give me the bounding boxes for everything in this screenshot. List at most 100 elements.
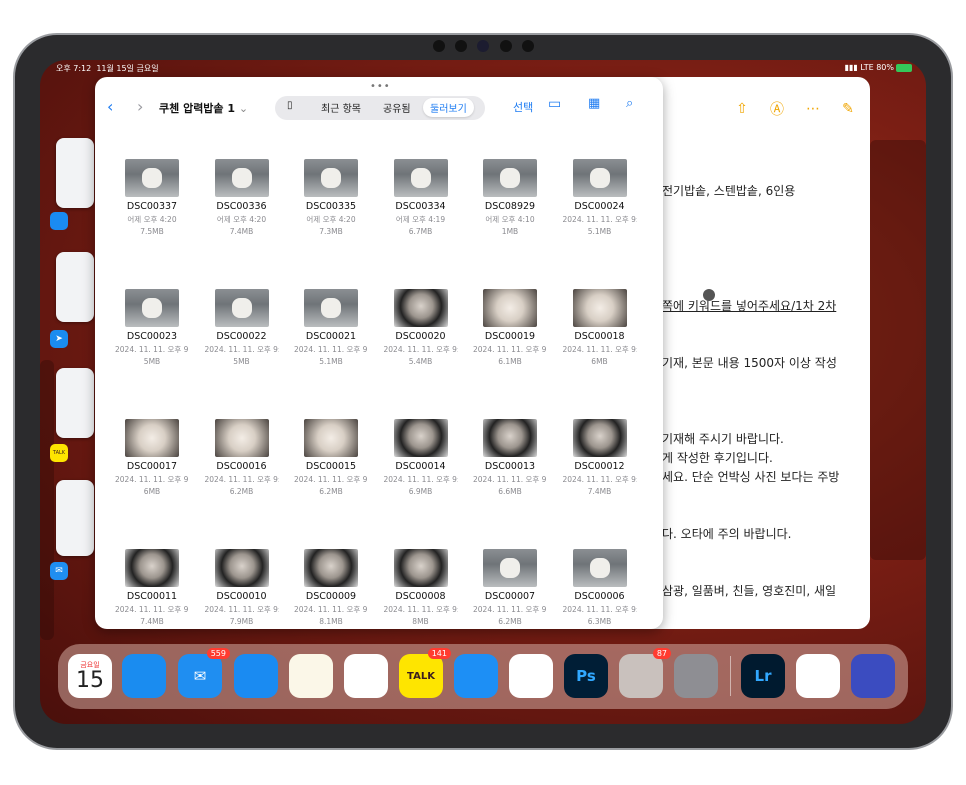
back-button[interactable]: ‹ bbox=[107, 97, 113, 116]
lightroom-app-icon[interactable]: Lr bbox=[741, 654, 785, 698]
file-item[interactable]: DSC08929 어제 오후 4:10 1MB bbox=[473, 159, 547, 236]
file-item[interactable]: DSC00009 2024. 11. 11. 오후 9:... 8.1MB bbox=[294, 549, 368, 626]
file-item[interactable]: DSC00015 2024. 11. 11. 오후 9:... 6.2MB bbox=[294, 419, 368, 496]
file-item[interactable]: DSC00010 2024. 11. 11. 오후 9:... 7.9MB bbox=[205, 549, 279, 626]
safari-app-icon[interactable] bbox=[122, 654, 166, 698]
file-item[interactable]: DSC00017 2024. 11. 11. 오후 9:... 6MB bbox=[115, 419, 189, 496]
files-window: ••• ‹ › 쿠첸 압력밥솥 1 ⌄ ▯ 최근 항목 공유됨 둘러보기 선택 … bbox=[95, 77, 663, 629]
chevron-down-icon: ⌄ bbox=[238, 102, 249, 115]
tab-browse[interactable]: 둘러보기 bbox=[423, 98, 474, 117]
search-icon[interactable]: ⌕ bbox=[626, 96, 633, 111]
file-date: 어제 오후 4:20 bbox=[306, 215, 356, 224]
file-size: 6.6MB bbox=[498, 487, 522, 496]
photos-app-icon[interactable] bbox=[344, 654, 388, 698]
file-item[interactable]: DSC00020 2024. 11. 11. 오후 9:... 5.4MB bbox=[384, 289, 458, 366]
kakaotalk-app-icon[interactable]: TALK 141 bbox=[399, 648, 451, 698]
file-item[interactable]: DSC00334 어제 오후 4:19 6.7MB bbox=[384, 159, 458, 236]
calendar-app[interactable]: 금요일 15 bbox=[68, 654, 112, 698]
tab-shared[interactable]: 공유됨 bbox=[383, 100, 411, 115]
file-thumbnail bbox=[214, 419, 269, 457]
photoshop-app-icon[interactable]: Ps bbox=[564, 654, 608, 698]
file-item[interactable]: DSC00006 2024. 11. 11. 오후 9:... 6.3MB bbox=[563, 549, 637, 626]
notes-app-icon[interactable] bbox=[289, 654, 333, 698]
file-item[interactable]: DSC00008 2024. 11. 11. 오후 9:... 8MB bbox=[384, 549, 458, 626]
file-thumbnail bbox=[483, 159, 537, 197]
note-line[interactable]: 게 작성한 후기입니다. bbox=[662, 449, 773, 466]
chatgpt-app-icon[interactable] bbox=[509, 654, 553, 698]
more-icon[interactable]: ⋯ bbox=[804, 100, 822, 118]
compose-icon[interactable]: ✎ bbox=[839, 100, 857, 118]
note-line[interactable]: 삼광, 일품벼, 친들, 영호진미, 새일 bbox=[662, 582, 836, 599]
note-line[interactable]: 쪽에 키워드를 넣어주세요/1차 2차 bbox=[662, 297, 836, 314]
new-folder-icon[interactable]: ▭ bbox=[548, 96, 561, 112]
file-item[interactable]: DSC00012 2024. 11. 11. 오후 9:51 7.4MB bbox=[563, 419, 637, 496]
file-date: 2024. 11. 11. 오후 9:... bbox=[204, 345, 279, 354]
forward-button[interactable]: › bbox=[137, 97, 143, 116]
file-name: DSC08929 bbox=[484, 201, 536, 212]
file-name: DSC00024 bbox=[574, 201, 625, 212]
tab-recents[interactable]: 최근 항목 bbox=[321, 100, 361, 115]
file-size: 6.2MB bbox=[498, 617, 522, 626]
file-size: 7.3MB bbox=[319, 227, 343, 236]
settings-app-icon[interactable] bbox=[674, 654, 718, 698]
file-name: DSC00017 bbox=[126, 461, 178, 472]
file-item[interactable]: DSC00011 2024. 11. 11. 오후 9:51 7.4MB bbox=[115, 549, 189, 626]
file-item[interactable]: DSC00024 2024. 11. 11. 오후 9:... 5.1MB bbox=[563, 159, 637, 236]
note-line[interactable]: 기재, 본문 내용 1500자 이상 작성 bbox=[662, 354, 837, 371]
file-date: 2024. 11. 11. 오후 9:... bbox=[383, 605, 458, 614]
markup-icon[interactable]: Ⓐ bbox=[768, 100, 786, 118]
app-library-app-icon[interactable]: 87 bbox=[619, 648, 671, 698]
app-label: Ps bbox=[576, 667, 596, 685]
file-item[interactable]: DSC00007 2024. 11. 11. 오후 9:... 6.2MB bbox=[473, 549, 547, 626]
file-date: 2024. 11. 11. 오후 9:... bbox=[204, 475, 279, 484]
folder-title-label: 쿠첸 압력밥솥 1 bbox=[159, 102, 236, 115]
file-item[interactable]: DSC00022 2024. 11. 11. 오후 9:... 5MB bbox=[205, 289, 279, 366]
file-item[interactable]: DSC00018 2024. 11. 11. 오후 9:... 6MB bbox=[563, 289, 637, 366]
file-item[interactable]: DSC00336 어제 오후 4:20 7.4MB bbox=[205, 159, 279, 236]
file-item[interactable]: DSC00021 2024. 11. 11. 오후 9:... 5.1MB bbox=[294, 289, 368, 366]
side-window-thumbnail[interactable] bbox=[56, 252, 94, 322]
side-window-thumbnail[interactable] bbox=[56, 138, 94, 208]
note-line[interactable]: 다. 오타에 주의 바랍니다. bbox=[662, 525, 791, 542]
shortcuts-app-icon[interactable] bbox=[851, 654, 895, 698]
file-thumbnail bbox=[572, 549, 627, 587]
keynote-app-icon[interactable] bbox=[454, 654, 498, 698]
safari-icon[interactable]: ➤ bbox=[50, 330, 68, 348]
file-item[interactable]: DSC00337 어제 오후 4:20 7.5MB bbox=[115, 159, 189, 236]
note-line[interactable]: 기재해 주시기 바랍니다. bbox=[662, 430, 784, 447]
file-thumbnail bbox=[572, 289, 627, 327]
file-item[interactable]: DSC00013 2024. 11. 11. 오후 9:... 6.6MB bbox=[473, 419, 547, 496]
side-window-thumbnail[interactable] bbox=[56, 480, 94, 556]
chrome-app-icon[interactable] bbox=[796, 654, 840, 698]
file-date: 2024. 11. 11. 오후 9:... bbox=[115, 475, 189, 484]
file-size: 8.1MB bbox=[319, 617, 343, 626]
side-window-thumbnail[interactable] bbox=[56, 368, 94, 438]
share-icon[interactable]: ⇧ bbox=[733, 100, 751, 118]
files-app-icon[interactable] bbox=[50, 212, 68, 230]
files-app-icon[interactable] bbox=[234, 654, 278, 698]
folder-title[interactable]: 쿠첸 압력밥솥 1 ⌄ bbox=[159, 100, 248, 116]
sidebar-toggle-icon[interactable]: ▯ bbox=[287, 100, 293, 111]
window-grabber[interactable]: ••• bbox=[370, 81, 391, 92]
app-label: ✉ bbox=[193, 667, 207, 685]
camera-dot bbox=[455, 40, 467, 52]
file-thumbnail bbox=[572, 419, 627, 457]
note-line[interactable]: 전기밥솥, 스텐밥솥, 6인용 bbox=[662, 182, 795, 199]
file-size: 5.1MB bbox=[587, 227, 612, 236]
file-name: DSC00018 bbox=[574, 331, 625, 342]
note-line[interactable]: 세요. 단순 언박싱 사진 보다는 주방 bbox=[662, 468, 839, 485]
file-thumbnail bbox=[483, 549, 537, 587]
file-item[interactable]: DSC00019 2024. 11. 11. 오후 9:... 6.1MB bbox=[473, 289, 547, 366]
grid-view-icon[interactable]: ▦ bbox=[588, 96, 600, 111]
file-thumbnail bbox=[125, 419, 179, 457]
file-item[interactable]: DSC00014 2024. 11. 11. 오후 9:... 6.9MB bbox=[384, 419, 458, 496]
kakaotalk-icon[interactable]: TALK bbox=[50, 444, 68, 462]
select-button[interactable]: 선택 bbox=[513, 99, 533, 115]
file-item[interactable]: DSC00016 2024. 11. 11. 오후 9:... 6.2MB bbox=[205, 419, 279, 496]
app-label: Lr bbox=[754, 667, 772, 685]
file-size: 7.4MB bbox=[229, 227, 254, 236]
file-item[interactable]: DSC00023 2024. 11. 11. 오후 9:51 5MB bbox=[115, 289, 189, 366]
mail-app-icon[interactable]: ✉ 559 bbox=[178, 648, 230, 698]
file-item[interactable]: DSC00335 어제 오후 4:20 7.3MB bbox=[294, 159, 368, 236]
mail-icon[interactable]: ✉ bbox=[50, 562, 68, 580]
